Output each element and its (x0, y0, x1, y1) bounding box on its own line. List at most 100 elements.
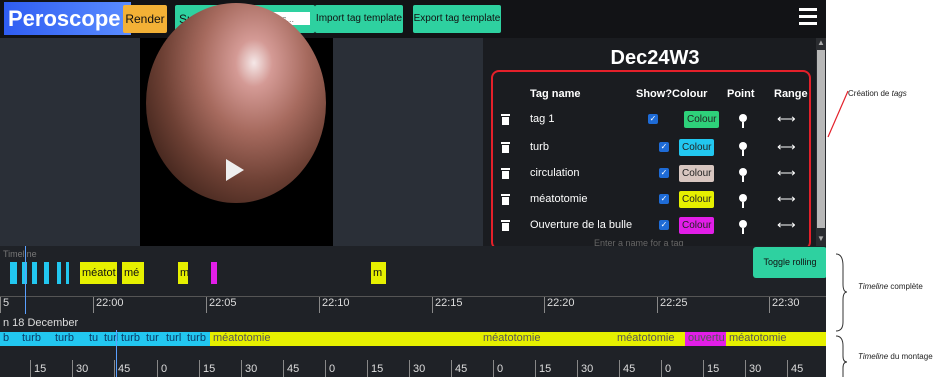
time-tick-label: 22:25 (660, 297, 688, 309)
time-tick-label: 22:20 (547, 297, 575, 309)
montage-tick (114, 360, 115, 377)
montage-tick (409, 360, 410, 377)
montage-tick (535, 360, 536, 377)
play-icon[interactable] (226, 159, 244, 181)
export-template-button[interactable]: Export tag template (413, 5, 501, 33)
montage-playhead[interactable] (116, 330, 117, 377)
montage-tick (199, 360, 200, 377)
scroll-thumb[interactable] (817, 50, 825, 228)
ouverture-mark[interactable] (211, 262, 217, 284)
montage-tick-label: 15 (203, 363, 216, 375)
time-tick (206, 297, 207, 313)
render-button[interactable]: Render (123, 5, 167, 33)
time-tick-label: 5 (3, 297, 10, 309)
meatotomie-mark[interactable]: m (371, 262, 386, 284)
montage-tick-label: 15 (539, 363, 552, 375)
montage-tick-label: 0 (161, 363, 168, 375)
montage-tick-label: 45 (623, 363, 636, 375)
montage-tick (72, 360, 73, 377)
panel-scrollbar[interactable]: ▲ ▼ (816, 38, 826, 246)
meatotomie-mark[interactable]: méatot (80, 262, 117, 284)
time-tick (319, 297, 320, 313)
turb-mark[interactable] (66, 262, 69, 284)
time-tick-label: 22:30 (772, 297, 800, 309)
montage-tick-label: 45 (287, 363, 300, 375)
meatotomie-mark[interactable]: m (178, 262, 188, 284)
montage-tick (661, 360, 662, 377)
time-tick (544, 297, 545, 313)
montage-tick-label: 45 (791, 363, 804, 375)
montage-segment-label: méatotomie (729, 332, 787, 344)
import-template-button[interactable]: Import tag template (315, 5, 403, 33)
scroll-down-icon[interactable]: ▼ (817, 234, 825, 243)
montage-tick-label: 45 (118, 363, 131, 375)
app-logo: Peroscope (4, 2, 131, 35)
full-timeline-annotation: Timeline complète (858, 282, 923, 291)
montage-tick-label: 15 (34, 363, 47, 375)
montage-timeline-annotation: Timeline du montage (858, 352, 933, 361)
montage-tick-label: 15 (707, 363, 720, 375)
montage-segment-label: ouvertu (688, 332, 725, 344)
montage-tick (451, 360, 452, 377)
time-tick (93, 297, 94, 313)
meatotomie-mark[interactable]: mé (122, 262, 144, 284)
turb-mark[interactable] (44, 262, 49, 284)
montage-segment-label: tur (146, 332, 159, 344)
turb-mark[interactable] (10, 262, 17, 284)
montage-tick-label: 30 (749, 363, 762, 375)
timeline-label: Timeline (3, 249, 37, 259)
montage-tick (577, 360, 578, 377)
montage-segment-label: méatotomie (483, 332, 541, 344)
montage-tick (745, 360, 746, 377)
time-tick-label: 22:05 (209, 297, 237, 309)
montage-tick (493, 360, 494, 377)
montage-tick (787, 360, 788, 377)
time-tick-label: 22:10 (322, 297, 350, 309)
montage-tick (241, 360, 242, 377)
montage-segment-label: turb (187, 332, 206, 344)
turb-mark[interactable] (32, 262, 37, 284)
montage-segment-label: turl (166, 332, 182, 344)
time-tick (769, 297, 770, 313)
toggle-rolling-button[interactable]: Toggle rolling (753, 247, 826, 278)
montage-tick (283, 360, 284, 377)
montage-segment-label: méatotomie (617, 332, 675, 344)
montage-segment-label: tu (89, 332, 99, 344)
montage-tick (619, 360, 620, 377)
turb-mark[interactable] (57, 262, 61, 284)
montage-tick-label: 0 (665, 363, 672, 375)
timeline-date: n 18 December (3, 317, 79, 329)
montage-tick-label: 0 (497, 363, 504, 375)
time-tick-label: 22:15 (435, 297, 463, 309)
montage-tick-label: 30 (245, 363, 258, 375)
montage-tick-label: 0 (329, 363, 336, 375)
montage-segment-label: turb (22, 332, 41, 344)
full-timeline-axis (0, 296, 826, 314)
time-tick (432, 297, 433, 313)
montage-segment-label: turb (121, 332, 140, 344)
peroscope-app: Peroscope Render Summ. length: Import ta… (0, 0, 826, 377)
menu-icon[interactable] (799, 8, 817, 28)
montage-tick (157, 360, 158, 377)
montage-segment-label: turb (55, 332, 74, 344)
montage-tick-label: 30 (581, 363, 594, 375)
video-title: Dec24W3 (610, 47, 700, 69)
tag-creation-highlight (491, 70, 811, 250)
montage-segment-label: b (3, 332, 10, 344)
timeline-braces-icon (835, 253, 848, 377)
full-playhead[interactable] (25, 246, 26, 314)
montage-tick-label: 45 (455, 363, 468, 375)
montage-tick-label: 30 (413, 363, 426, 375)
montage-tick (325, 360, 326, 377)
time-tick-label: 22:00 (96, 297, 124, 309)
scroll-up-icon[interactable]: ▲ (817, 38, 825, 47)
montage-tick-label: 15 (371, 363, 384, 375)
montage-tick (367, 360, 368, 377)
montage-tick-label: 30 (76, 363, 89, 375)
time-tick (657, 297, 658, 313)
top-toolbar: Peroscope Render Summ. length: Import ta… (0, 0, 826, 38)
montage-tick (703, 360, 704, 377)
montage-segment-label: méatotomie (213, 332, 271, 344)
time-tick (0, 297, 1, 313)
montage-tick (30, 360, 31, 377)
